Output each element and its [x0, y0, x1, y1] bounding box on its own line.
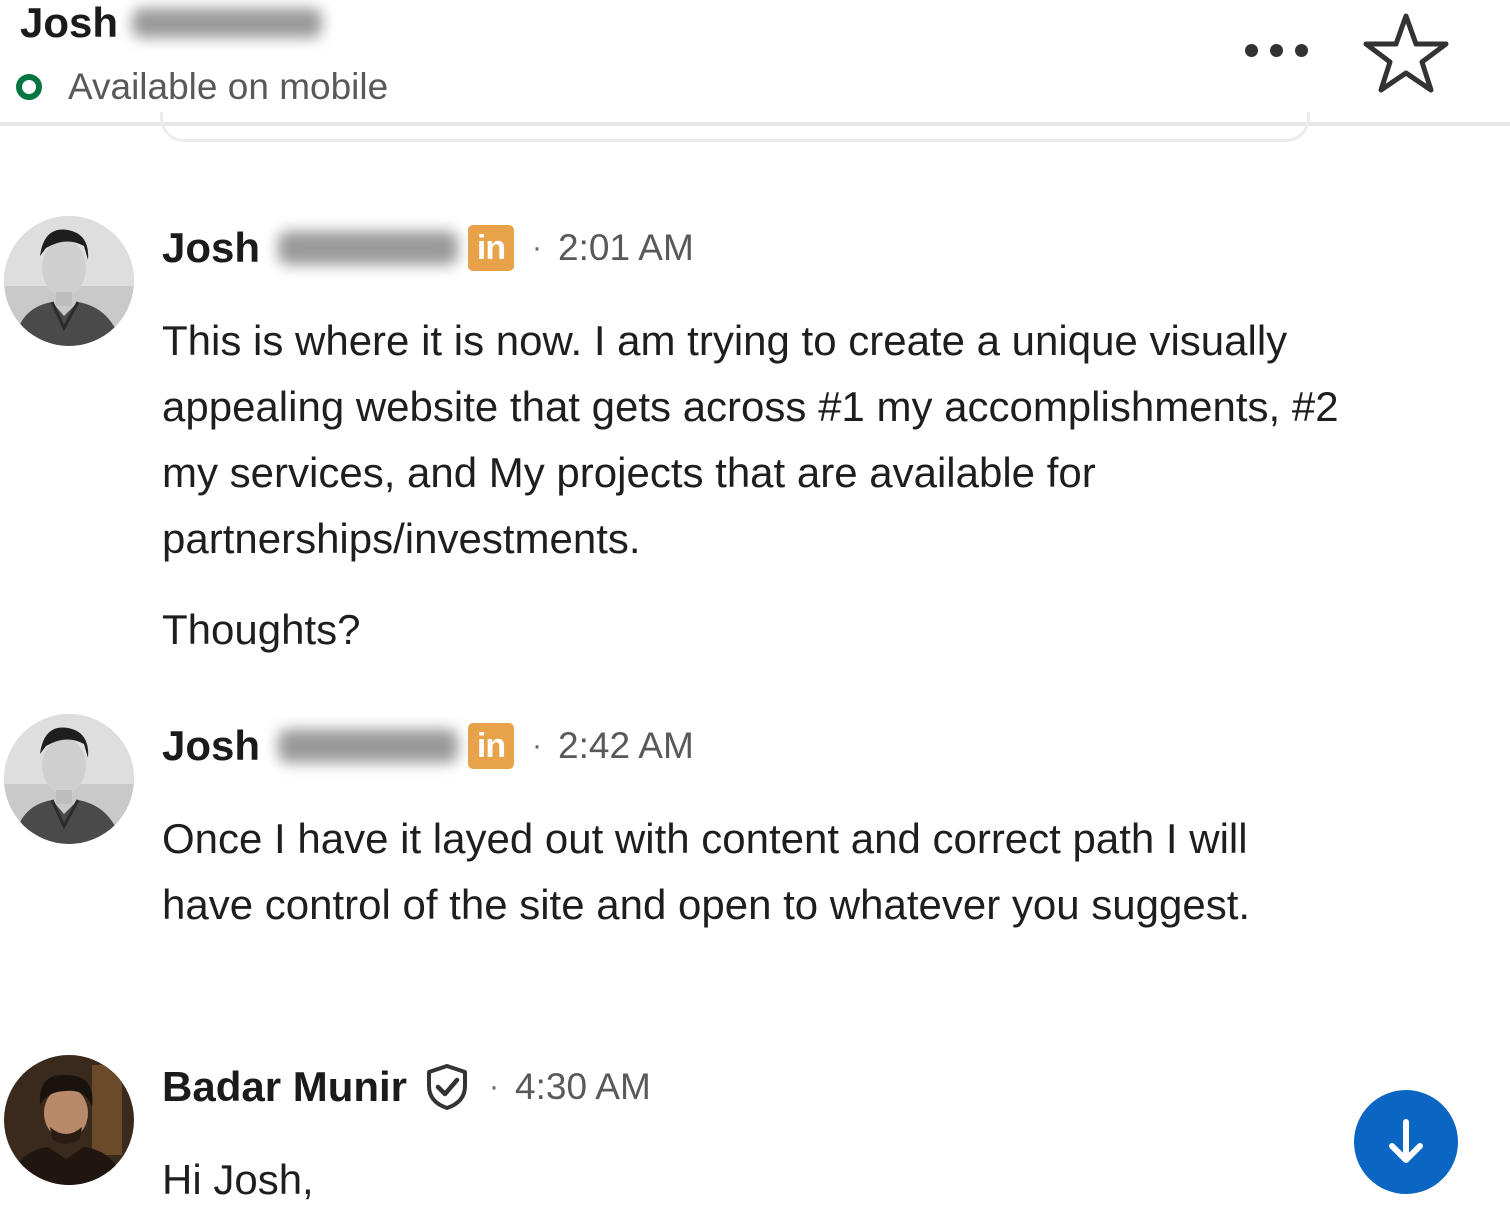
message-timestamp: 2:01 AM — [558, 227, 694, 268]
message-paragraph: Thoughts? — [162, 606, 361, 653]
message-paragraph: This is where it is now. I am trying to … — [162, 317, 1339, 562]
blurred-surname — [278, 231, 459, 265]
message-paragraph: Once I have it layed out with content an… — [162, 815, 1251, 928]
message-header: Badar Munir · 4:30 AM — [162, 1059, 651, 1115]
previous-card-edge — [160, 112, 1310, 142]
message-timestamp: 4:30 AM — [515, 1066, 651, 1107]
message-body: Hi Josh, — [162, 1147, 1342, 1213]
sender-name[interactable]: Badar Munir — [162, 1063, 407, 1111]
scroll-to-bottom-button[interactable] — [1354, 1090, 1458, 1194]
presence-status-text: Available on mobile — [68, 66, 389, 107]
presence-indicator: Available on mobile — [16, 66, 388, 108]
avatar[interactable] — [4, 714, 134, 844]
star-icon[interactable] — [1362, 10, 1450, 96]
arrow-down-icon — [1389, 1119, 1423, 1163]
linkedin-icon: in — [468, 723, 515, 769]
blurred-surname — [278, 729, 459, 763]
verified-shield-icon — [427, 1064, 468, 1110]
message-body: Once I have it layed out with content an… — [162, 806, 1342, 938]
sender-name[interactable]: Josh — [162, 224, 260, 272]
sender-name[interactable]: Josh — [162, 722, 260, 770]
separator-dot: · — [532, 729, 543, 762]
header-contact-first-name: Josh — [20, 0, 119, 46]
header-contact-name[interactable]: Josh — [20, 0, 323, 46]
ellipsis-icon[interactable] — [1234, 30, 1318, 70]
online-status-icon — [16, 74, 42, 100]
message-header: Josh in · 2:01 AM — [162, 220, 694, 276]
avatar[interactable] — [4, 216, 134, 346]
message-paragraph: Hi Josh, — [162, 1156, 314, 1203]
separator-dot: · — [489, 1070, 500, 1103]
blurred-surname — [132, 7, 323, 38]
avatar[interactable] — [4, 1055, 134, 1185]
conversation-header: Josh Available on mobile — [0, 0, 1510, 126]
message-header: Josh in · 2:42 AM — [162, 718, 694, 774]
linkedin-icon: in — [468, 225, 515, 271]
message-body: This is where it is now. I am trying to … — [162, 308, 1342, 663]
separator-dot: · — [532, 231, 543, 264]
message-timestamp: 2:42 AM — [558, 725, 694, 766]
